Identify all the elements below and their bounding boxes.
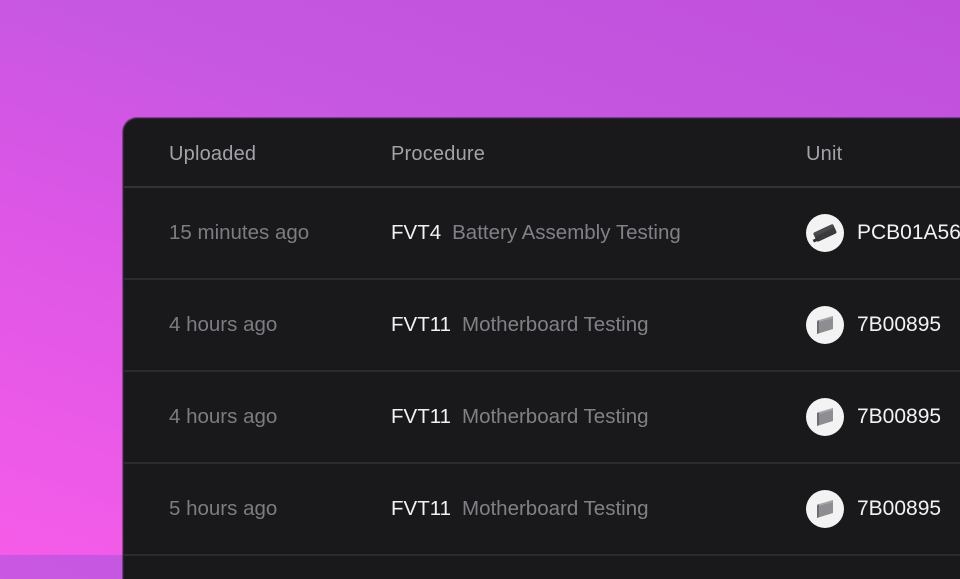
uploaded-time: 4 hours ago: [169, 405, 278, 428]
procedure-code: FVT11: [391, 405, 451, 428]
column-header-unit[interactable]: Unit: [806, 143, 842, 166]
unit-id: 7B00895: [857, 405, 942, 428]
unit-cell[interactable]: PCB01A56: [806, 214, 960, 252]
unit-cell[interactable]: 7B00895: [806, 398, 941, 436]
procedure-cell[interactable]: FVT11 Motherboard Testing: [391, 405, 649, 429]
column-header-uploaded[interactable]: Uploaded: [169, 143, 256, 166]
procedure-cell[interactable]: FVT11 Motherboard Testing: [391, 497, 649, 521]
uploaded-time: 15 minutes ago: [169, 221, 310, 244]
procedure-name: Motherboard Testing: [462, 405, 649, 428]
table-row[interactable]: 4 hours ago FVT11 Motherboard Testing 7B0…: [124, 372, 960, 464]
procedure-name: Motherboard Testing: [462, 313, 649, 336]
unit-id: PCB01A56: [857, 221, 960, 244]
uploaded-time: 4 hours ago: [169, 313, 278, 336]
procedure-cell[interactable]: FVT4 Battery Assembly Testing: [391, 221, 681, 245]
procedure-code: FVT4: [391, 221, 442, 244]
battery-pack-icon: [806, 214, 844, 252]
uploaded-time: 5 hours ago: [169, 497, 278, 520]
unit-cell[interactable]: 7B00895: [806, 490, 941, 528]
procedure-code: FVT11: [391, 497, 451, 520]
table-row[interactable]: 4 hours ago FVT11 Motherboard Testing 7B0…: [124, 280, 960, 372]
table-header: Uploaded Procedure Unit: [124, 119, 960, 188]
circuit-board-icon: [806, 306, 844, 344]
procedure-code: FVT11: [391, 313, 451, 336]
table-row[interactable]: 5 hours ago FVT11 Motherboard Testing 7B0…: [124, 464, 960, 556]
unit-id: 7B00895: [857, 313, 942, 336]
circuit-board-icon: [806, 490, 844, 528]
procedure-cell[interactable]: FVT11 Motherboard Testing: [391, 313, 649, 337]
procedure-name: Motherboard Testing: [462, 497, 649, 520]
column-header-procedure[interactable]: Procedure: [391, 143, 485, 166]
procedure-name: Battery Assembly Testing: [452, 221, 681, 244]
table-row[interactable]: 15 minutes ago FVT4 Battery Assembly Test…: [124, 188, 960, 280]
uploads-table: Uploaded Procedure Unit 15 minutes ago F…: [123, 118, 960, 579]
unit-id: 7B00895: [857, 497, 942, 520]
unit-cell[interactable]: 7B00895: [806, 306, 941, 344]
circuit-board-icon: [806, 398, 844, 436]
